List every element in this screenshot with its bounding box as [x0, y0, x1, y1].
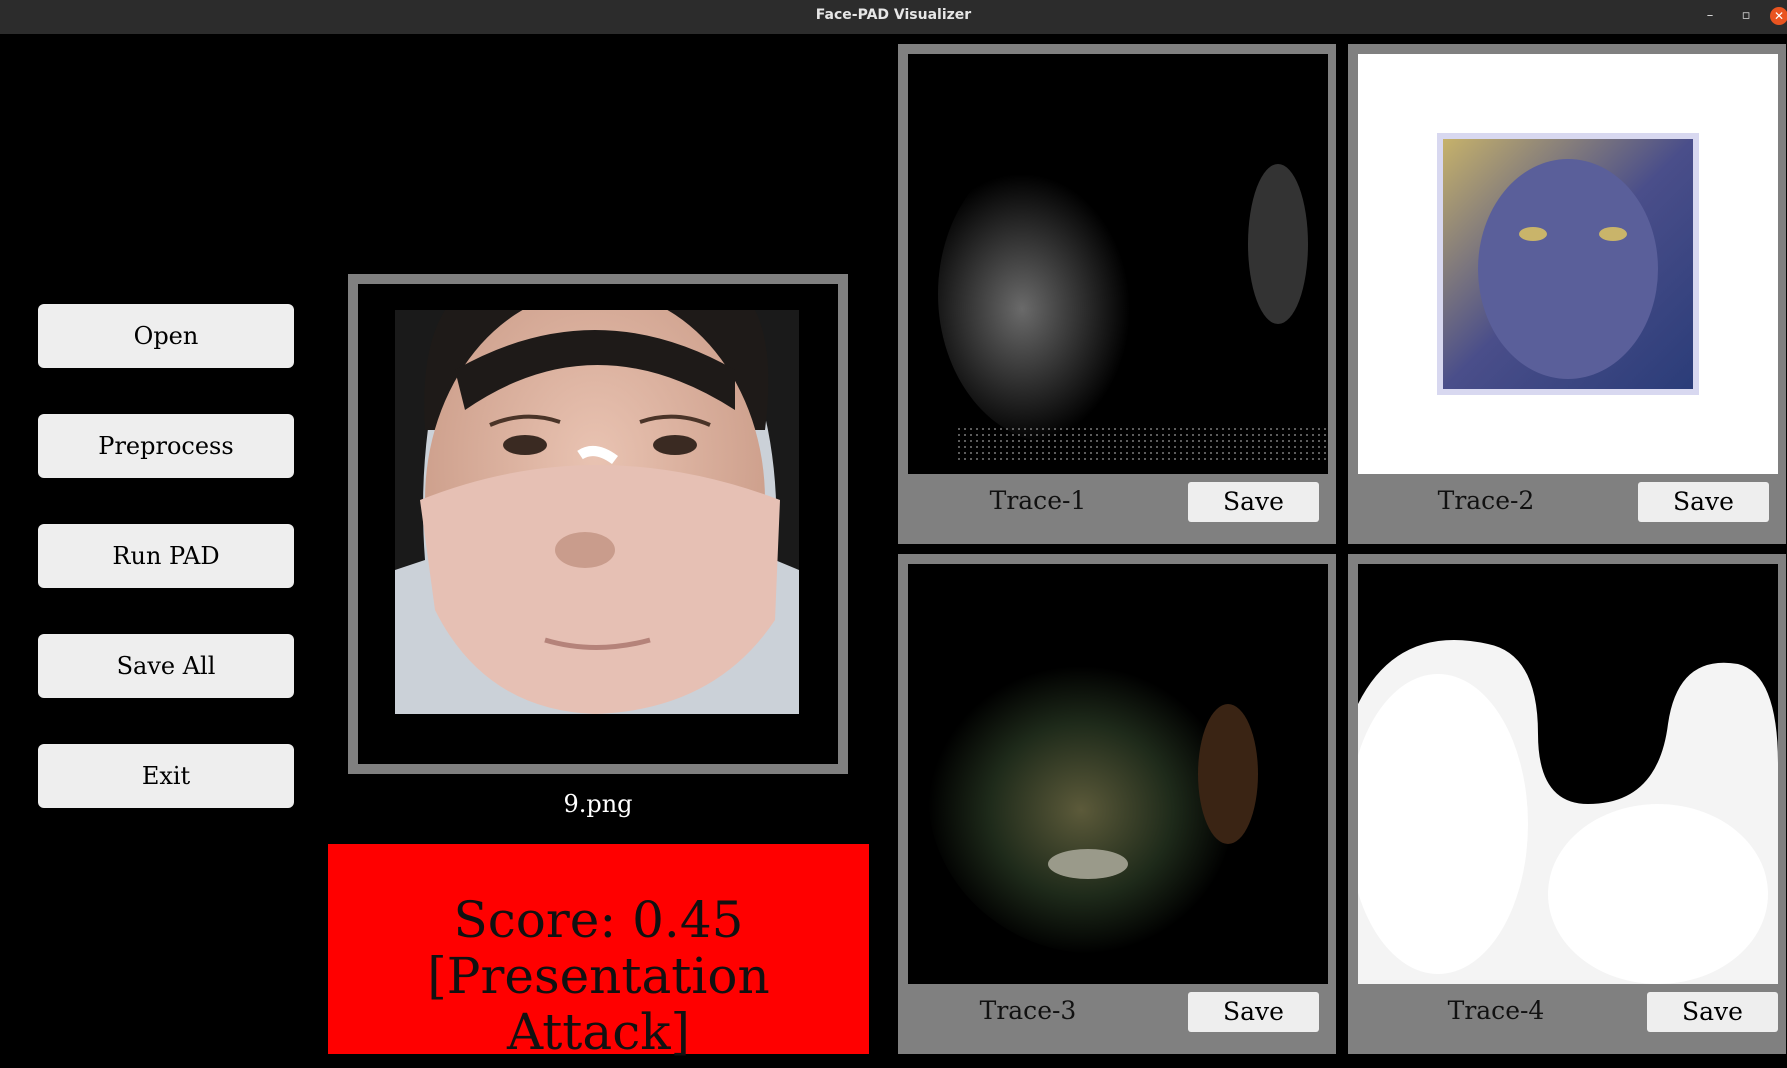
save-all-button[interactable]: Save All	[38, 634, 294, 698]
trace-panel-2: Trace-2 Save	[1348, 44, 1786, 544]
exit-button[interactable]: Exit	[38, 744, 294, 808]
score-value: Score: 0.45	[453, 891, 744, 949]
trace-panel-4: Trace-4 Save	[1348, 554, 1786, 1054]
window-title: Face-PAD Visualizer	[815, 7, 972, 23]
open-button[interactable]: Open	[38, 304, 294, 368]
trace-4-label: Trace-4	[1447, 996, 1545, 1025]
verdict-label: [Presentation Attack]	[427, 947, 770, 1061]
trace-3-label: Trace-3	[979, 996, 1077, 1025]
trace-1-label: Trace-1	[989, 486, 1087, 515]
run-pad-button[interactable]: Run PAD	[38, 524, 294, 588]
trace-1-save-button[interactable]: Save	[1188, 482, 1319, 522]
input-face-image	[395, 310, 799, 714]
trace-4-save-button[interactable]: Save	[1647, 992, 1778, 1032]
trace-2-label: Trace-2	[1437, 486, 1535, 515]
trace-1-image	[908, 54, 1328, 474]
trace-3-image	[908, 564, 1328, 984]
trace-2-save-button[interactable]: Save	[1638, 482, 1769, 522]
preprocess-button[interactable]: Preprocess	[38, 414, 294, 478]
trace-panel-1: Trace-1 Save	[898, 44, 1336, 544]
maximize-icon[interactable]: ▫	[1736, 6, 1756, 26]
trace-3-save-button[interactable]: Save	[1188, 992, 1319, 1032]
window-titlebar: Face-PAD Visualizer – ▫ ✕	[0, 0, 1787, 34]
trace-4-image	[1358, 564, 1778, 984]
close-icon[interactable]: ✕	[1770, 7, 1787, 25]
trace-panel-3: Trace-3 Save	[898, 554, 1336, 1054]
filename-label: 9.png	[563, 790, 633, 818]
trace-2-image	[1358, 54, 1778, 474]
minimize-icon[interactable]: –	[1700, 6, 1720, 26]
score-display: Score: 0.45 [Presentation Attack]	[328, 844, 869, 1060]
